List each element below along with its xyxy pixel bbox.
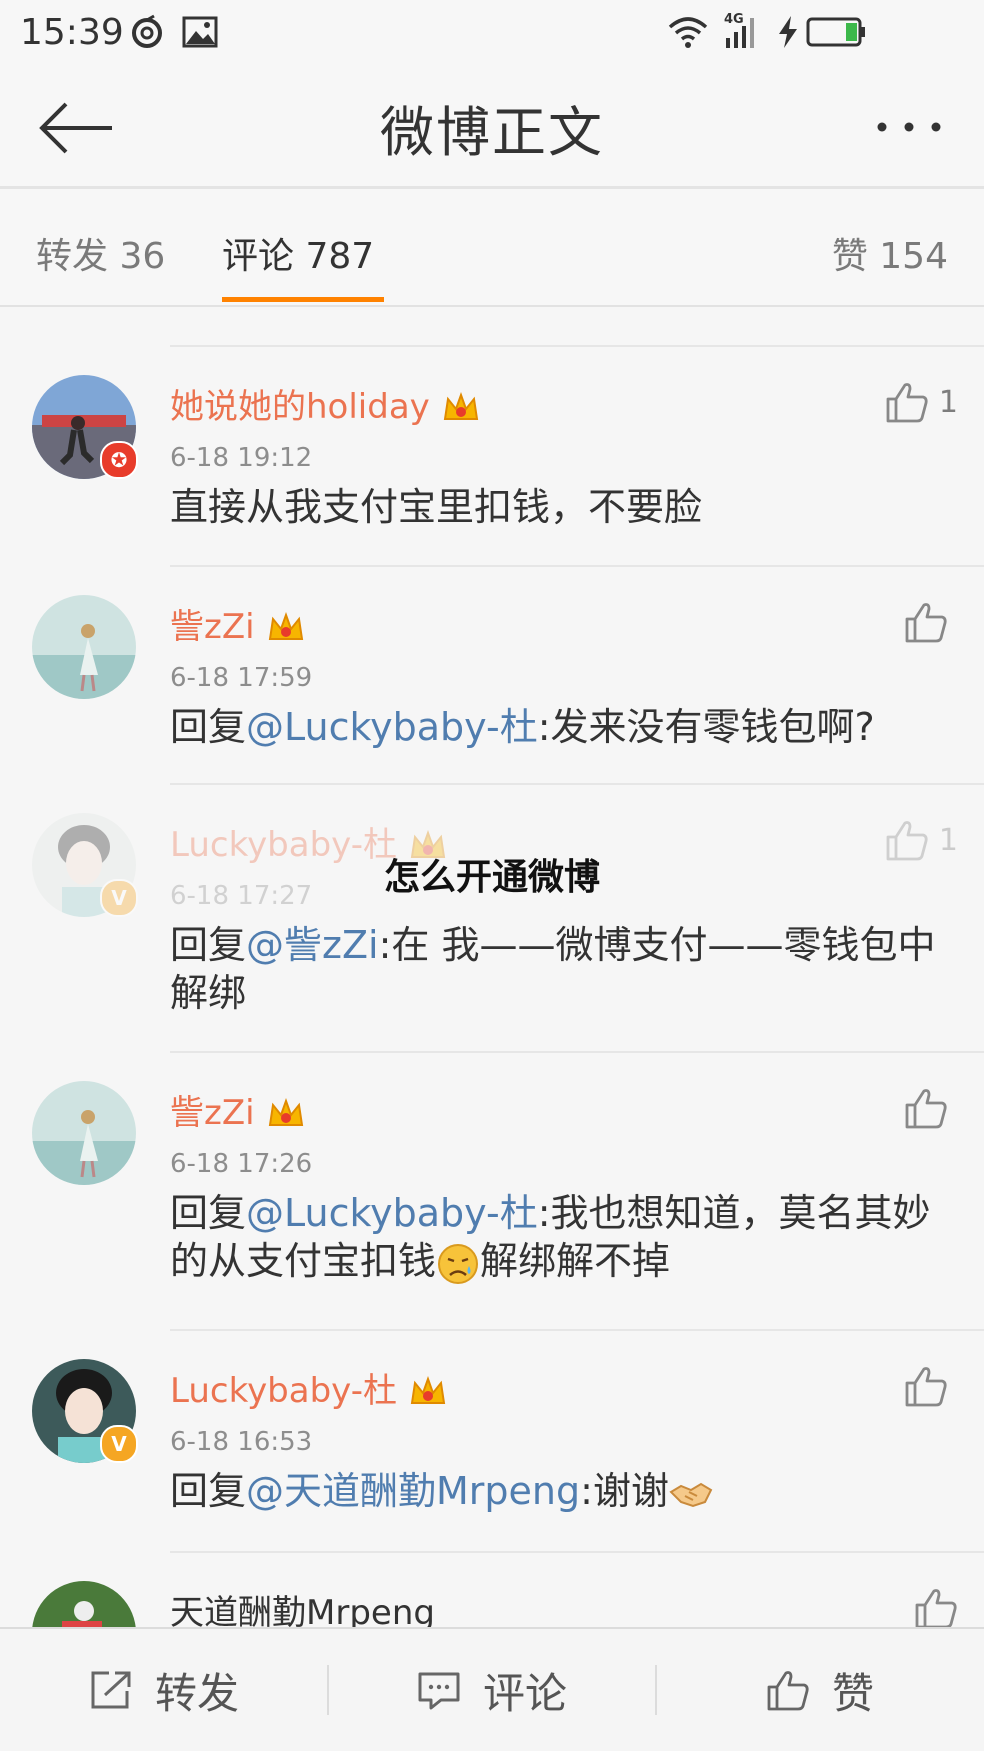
more-icon[interactable] bbox=[874, 112, 944, 142]
member-badge: ✪ bbox=[100, 441, 138, 479]
status-time: 15:39 bbox=[20, 12, 124, 53]
tab-likes[interactable]: 赞 154 bbox=[832, 227, 948, 279]
active-tab-indicator bbox=[222, 297, 384, 302]
charging-icon bbox=[779, 16, 797, 48]
comment-text: 回复@訾zZi:在 我——微博支付——零钱包中解绑 bbox=[170, 923, 936, 1015]
comment-time: 6-18 17:26 bbox=[170, 1149, 313, 1179]
username[interactable]: 訾zZi bbox=[170, 1085, 305, 1134]
overlay-caption: 怎么开通微博 bbox=[383, 857, 600, 898]
mention-link[interactable]: @天道酬勤Mrpeng bbox=[246, 1469, 580, 1513]
nav-bar: 微博正文 bbox=[0, 68, 984, 189]
comment-text: 直接从我支付宝里扣钱，不要脸 bbox=[170, 485, 703, 529]
username[interactable]: 天道酬勤Mrpeng bbox=[170, 1585, 435, 1627]
divider bbox=[170, 783, 984, 785]
like-button[interactable]: 1 bbox=[885, 377, 958, 427]
like-button[interactable] bbox=[904, 1361, 958, 1411]
thumbs-up-icon bbox=[905, 603, 947, 643]
status-bar: 15:39 4G bbox=[0, 0, 984, 68]
share-icon bbox=[91, 1671, 131, 1709]
tab-comments[interactable]: 评论 787 bbox=[222, 227, 374, 279]
thumbs-up-icon bbox=[886, 383, 928, 423]
comment-item: 訾zZi 6-18 17:59 回复@Luckybaby-杜:发来没有零钱包啊? bbox=[0, 595, 984, 749]
signal-icon: 4G bbox=[722, 12, 766, 50]
thumbs-up-icon bbox=[767, 1671, 809, 1711]
page-title: 微博正文 bbox=[380, 101, 604, 164]
comment-item: V Luckybaby-杜 1 6-18 17:27 回复@訾zZi:在 我——… bbox=[0, 813, 984, 1015]
avatar[interactable] bbox=[32, 1081, 136, 1185]
wifi-icon bbox=[668, 17, 708, 48]
crown-icon bbox=[410, 1375, 446, 1404]
battery-icon bbox=[806, 17, 865, 47]
thumbs-up-icon bbox=[905, 1367, 947, 1407]
crown-icon bbox=[268, 611, 303, 640]
comment-list[interactable]: ✪ 她说她的holiday 1 6-18 19:12 直接从我支付宝里扣钱，不要… bbox=[0, 307, 984, 1627]
crown-icon bbox=[443, 391, 478, 420]
like-button[interactable] bbox=[914, 1583, 958, 1627]
verified-badge: V bbox=[100, 1425, 138, 1463]
divider bbox=[170, 1551, 984, 1553]
comment-button[interactable]: 评论 bbox=[328, 1629, 656, 1751]
like-button[interactable] bbox=[904, 1083, 958, 1133]
thumbs-up-icon bbox=[915, 1589, 957, 1627]
comment-time: 6-18 19:12 bbox=[170, 443, 313, 473]
divider bbox=[170, 565, 984, 567]
comment-item: 天道酬勤Mrpeng bbox=[0, 1581, 984, 1627]
tab-bar: 转发 36 评论 787 赞 154 bbox=[0, 189, 984, 307]
comment-time: 6-18 16:53 bbox=[170, 1427, 313, 1457]
username[interactable]: Luckybaby-杜 bbox=[170, 1363, 447, 1412]
like-count: 1 bbox=[938, 384, 958, 420]
repost-button[interactable]: 转发 bbox=[0, 1629, 328, 1751]
crown-icon bbox=[268, 1097, 303, 1126]
thumbs-up-icon bbox=[905, 1089, 947, 1129]
like-button[interactable] bbox=[904, 597, 958, 647]
comment-text: 回复@Luckybaby-杜:我也想知道，莫名其妙的从支付宝扣钱 解绑解不掉 bbox=[170, 1189, 954, 1286]
mention-link[interactable]: @Luckybaby-杜 bbox=[246, 705, 538, 749]
comment-text: 回复@天道酬勤Mrpeng:谢谢 bbox=[170, 1467, 954, 1516]
mention-link[interactable]: @Luckybaby-杜 bbox=[246, 1191, 538, 1235]
bottom-action-bar: 转发 评论 赞 bbox=[0, 1627, 984, 1751]
avatar[interactable] bbox=[32, 595, 136, 699]
comment-time: 6-18 17:59 bbox=[170, 663, 313, 693]
like-post-button[interactable]: 赞 bbox=[656, 1629, 984, 1751]
divider bbox=[170, 1329, 984, 1331]
comment-icon bbox=[418, 1672, 460, 1710]
comment-item: 訾zZi 6-18 17:26 回复@Luckybaby-杜:我也想知道，莫名其… bbox=[0, 1081, 984, 1311]
divider bbox=[170, 1051, 984, 1053]
username[interactable]: 訾zZi bbox=[170, 599, 305, 648]
avatar[interactable] bbox=[32, 1581, 136, 1627]
handshake-emoji-icon bbox=[669, 1482, 713, 1507]
comment-text: 回复@Luckybaby-杜:发来没有零钱包啊? bbox=[170, 705, 875, 749]
comment-item: V Luckybaby-杜 6-18 16:53 回复@天道酬勤Mrpeng:谢… bbox=[0, 1359, 984, 1519]
username[interactable]: 她说她的holiday bbox=[170, 379, 480, 428]
tab-repost[interactable]: 转发 36 bbox=[36, 227, 165, 279]
mention-link[interactable]: @訾zZi bbox=[246, 923, 379, 967]
divider bbox=[170, 345, 984, 347]
sad-emoji-icon bbox=[438, 1243, 479, 1284]
netease-icon bbox=[132, 14, 162, 48]
gallery-icon bbox=[182, 16, 218, 48]
comment-item: ✪ 她说她的holiday 1 6-18 19:12 直接从我支付宝里扣钱，不要… bbox=[0, 375, 984, 529]
